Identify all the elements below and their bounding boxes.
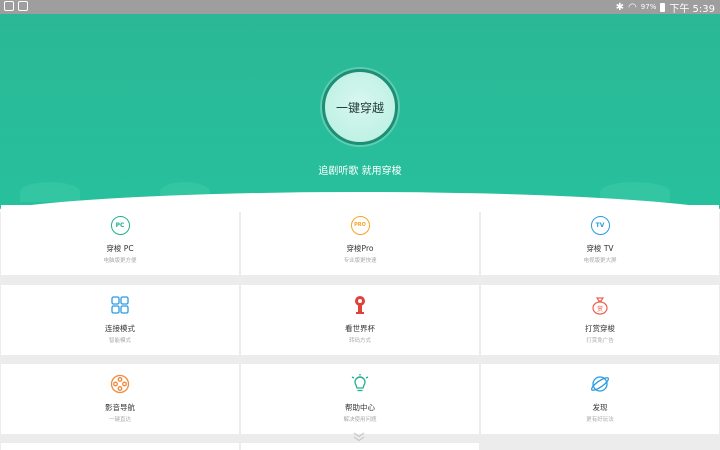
bluetooth-icon: ✱ [615,1,625,13]
storage-icon [18,1,28,11]
planet-icon [590,374,610,394]
tile-title: 穿梭 PC [106,244,134,253]
tile-subtitle: 解决使用问题 [343,417,377,423]
pro-icon: PRO [350,215,370,235]
tile-title: 发现 [592,403,608,412]
money-bag-icon: 赏 [590,295,610,315]
tile-partial[interactable] [1,443,239,450]
status-bar: ✱ ◠ 97% 下午 5:39 [0,0,720,15]
clock: 下午 5:39 [669,3,715,15]
battery-percent: 97% [640,3,657,11]
tile-subtitle: 电脑版更方便 [103,258,137,264]
tile-title: 影音导航 [105,403,135,412]
slogan: 追剧听歌 就用穿梭 [318,166,402,177]
tile-discover[interactable]: 发现 更有好玩法 [481,364,719,434]
tile-title: 打赏穿梭 [585,324,615,333]
tv-icon: TV [590,215,610,235]
hill-decoration [20,182,80,202]
tile-media-nav[interactable]: 影音导航 一键直达 [1,364,239,434]
lightbulb-icon [350,374,370,394]
tile-title: 看世界杯 [345,324,375,333]
image-icon [4,1,14,11]
grid-row: 影音导航 一键直达 帮助中心 解决使用问题 发现 更有好玩法 [0,364,720,434]
scroll-down-chevron-icon[interactable] [352,432,366,445]
battery-icon [660,2,666,12]
tile-subtitle: 一键直达 [108,417,131,423]
tile-pc[interactable]: PC 穿梭 PC 电脑版更方便 [1,205,239,275]
tile-subtitle: 智能模式 [108,338,131,344]
tile-help-center[interactable]: 帮助中心 解决使用问题 [241,364,479,434]
tile-title: 穿梭 TV [586,244,614,253]
tile-pro[interactable]: PRO 穿梭Pro 专业版更快速 [241,205,479,275]
tile-subtitle: 更有好玩法 [586,417,614,423]
tile-connect-mode[interactable]: 连接模式 智能模式 [1,285,239,355]
hero-banner: 一键穿越 追剧听歌 就用穿梭 [0,14,720,212]
one-click-connect-button[interactable]: 一键穿越 [322,69,398,145]
tile-title: 帮助中心 [345,403,375,412]
grid-icon [110,295,130,315]
wifi-icon: ◠ [628,1,637,13]
tile-world-cup[interactable]: 看世界杯 转码方式 [241,285,479,355]
grid-row: 连接模式 智能模式 看世界杯 转码方式 赏 打赏穿梭 打赏免广告 [0,285,720,355]
tile-subtitle: 打赏免广告 [586,338,614,344]
tile-subtitle: 专业版更快速 [343,258,377,264]
grid-row: PC 穿梭 PC 电脑版更方便 PRO 穿梭Pro 专业版更快速 TV 穿梭 T… [0,205,720,275]
tile-tip[interactable]: 赏 打赏穿梭 打赏免广告 [481,285,719,355]
pc-icon: PC [110,215,130,235]
worldcup-icon [350,295,370,315]
svg-text:赏: 赏 [597,305,603,313]
tile-title: 穿梭Pro [346,244,374,253]
film-reel-icon [110,374,130,394]
tile-tv[interactable]: TV 穿梭 TV 电视版更大屏 [481,205,719,275]
tile-title: 连接模式 [105,324,135,333]
tile-subtitle: 转码方式 [348,338,371,344]
tile-subtitle: 电视版更大屏 [583,258,617,264]
